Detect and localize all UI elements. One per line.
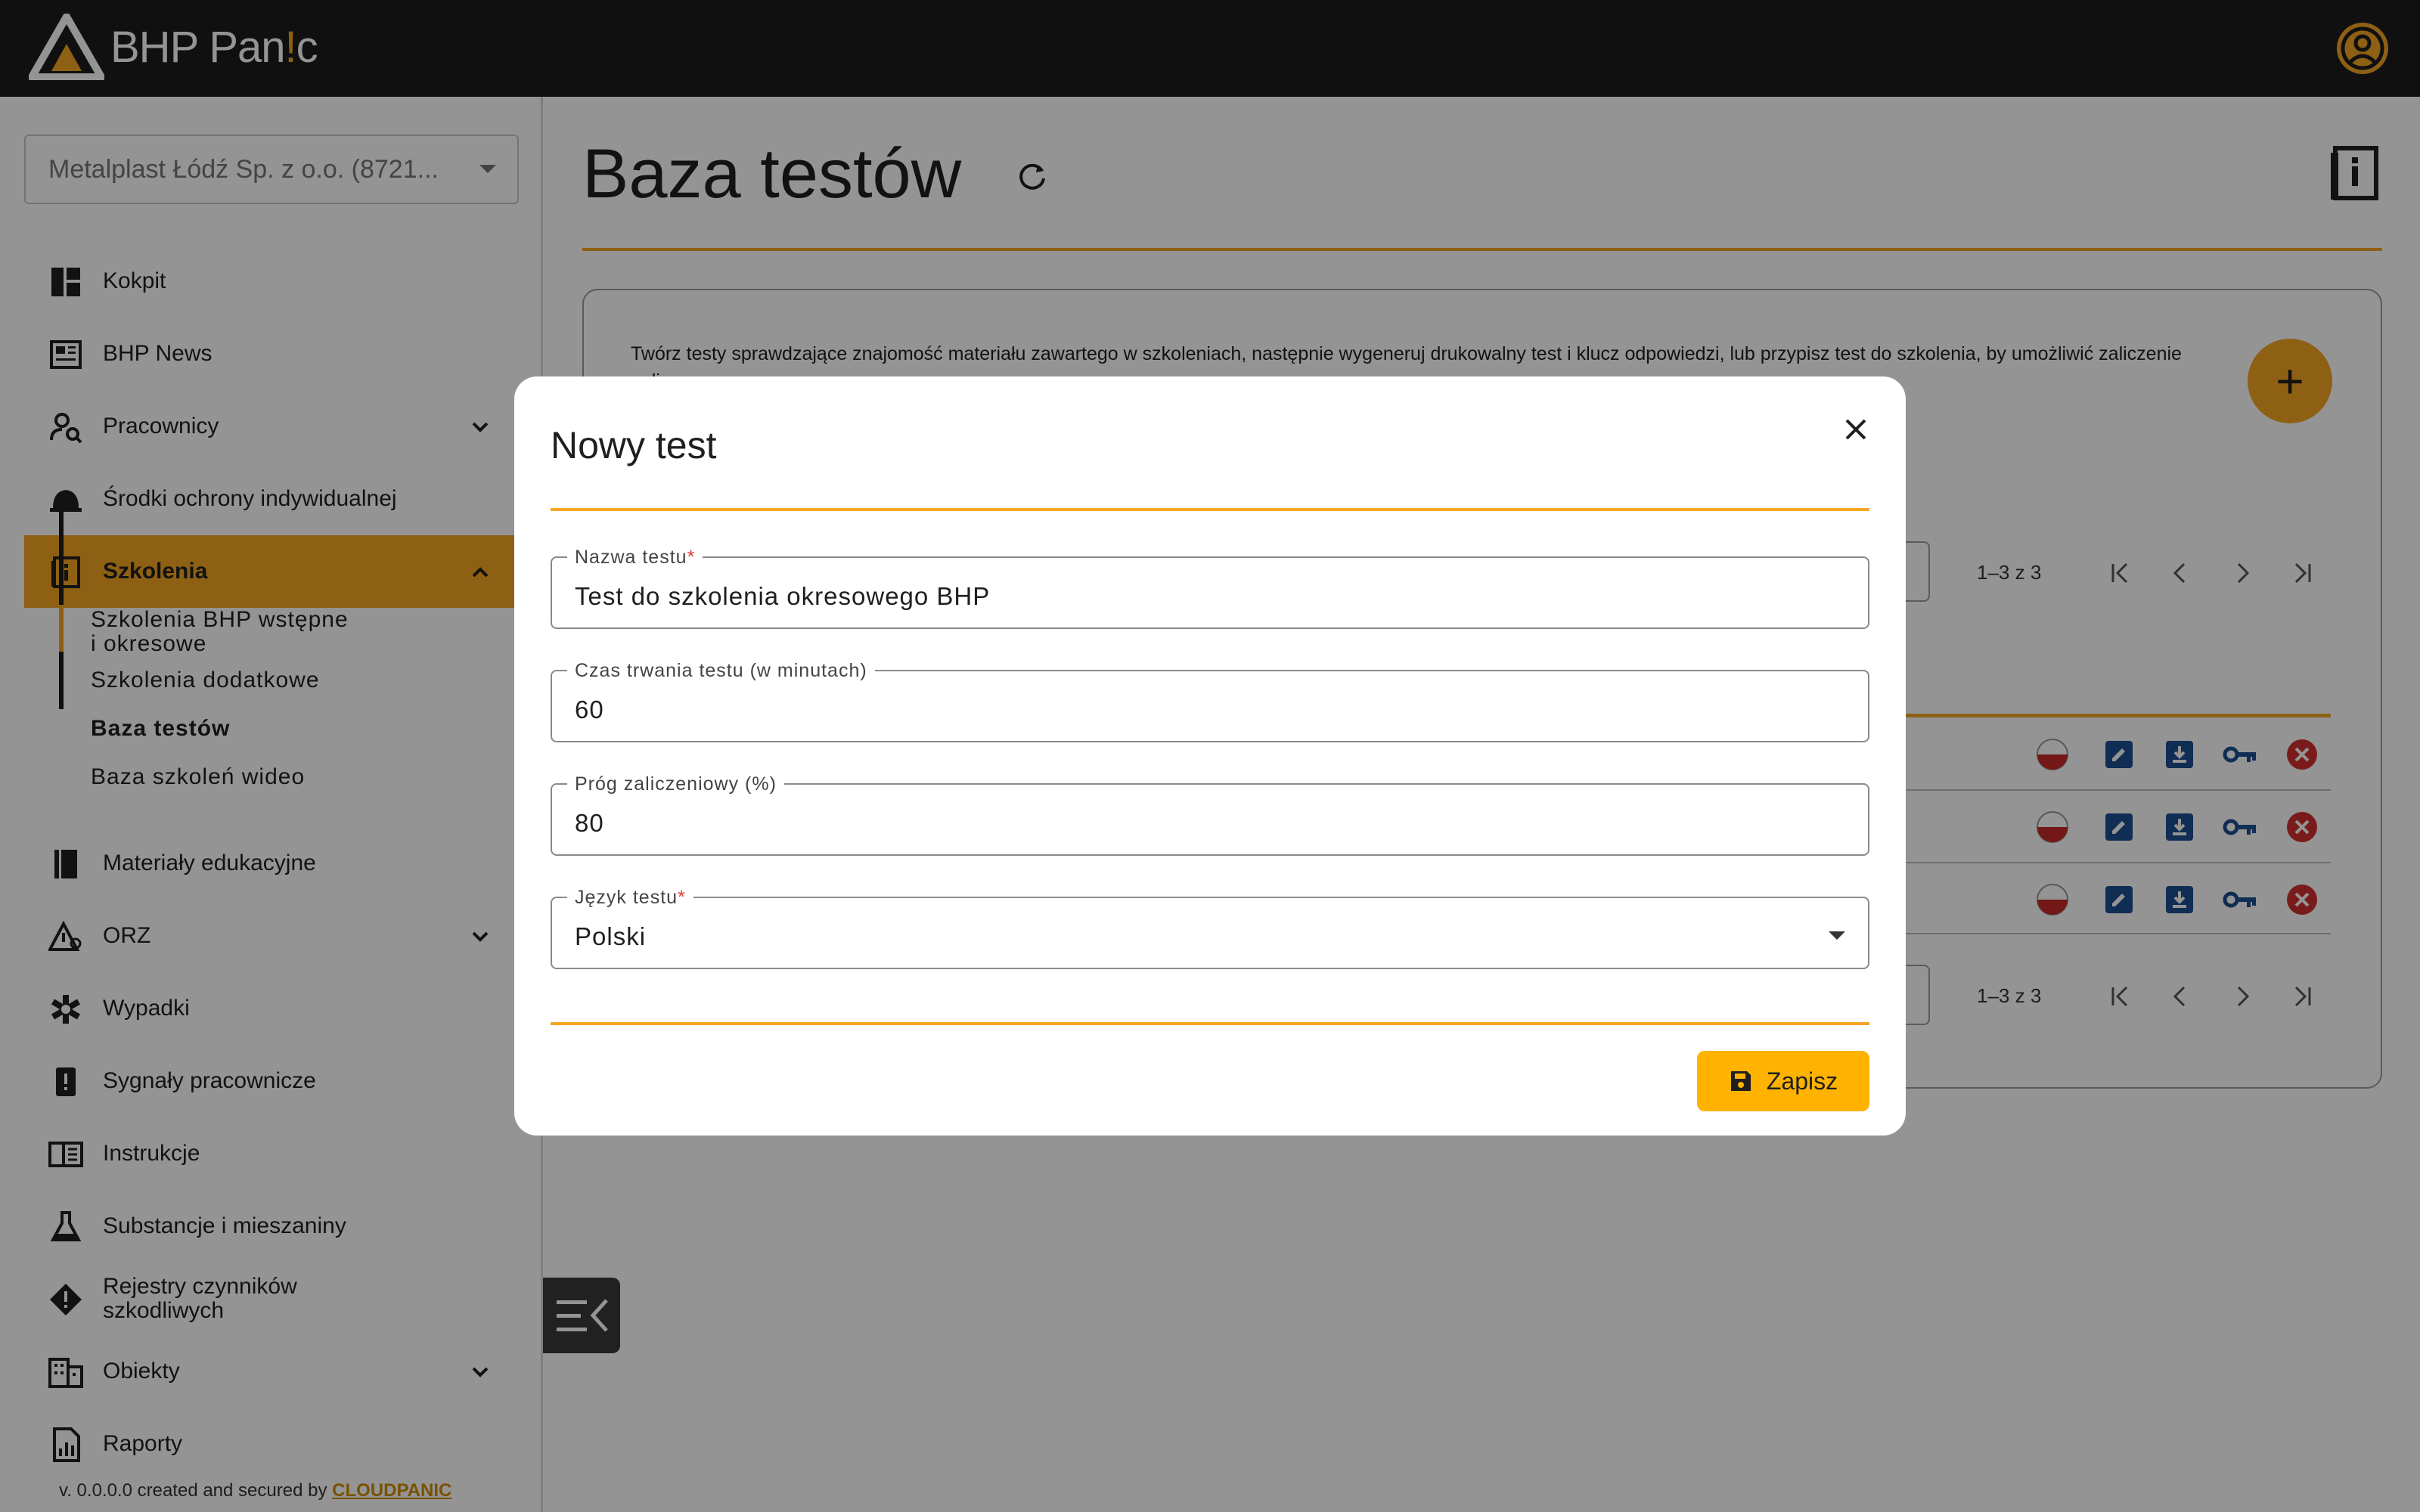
dialog-title: Nowy test — [551, 424, 717, 466]
test-language-value: Polski — [575, 922, 647, 950]
test-name-label: Nazwa testu* — [567, 547, 703, 568]
pass-threshold-value: 80 — [575, 809, 604, 837]
pass-threshold-field[interactable]: Próg zaliczeniowy (%) 80 — [551, 773, 1869, 856]
chevron-down-icon — [1829, 931, 1845, 940]
close-icon — [1845, 419, 1866, 440]
new-test-dialog: Nowy test Nazwa testu* Test do szkolenia… — [514, 376, 1906, 1136]
close-dialog-button[interactable] — [1833, 407, 1879, 452]
dialog-footer-divider — [551, 1022, 1869, 1025]
dialog-header-divider — [551, 508, 1869, 511]
save-button-label: Zapisz — [1766, 1067, 1838, 1095]
test-duration-field[interactable]: Czas trwania testu (w minutach) 60 — [551, 660, 1869, 742]
test-name-value: Test do szkolenia okresowego BHP — [575, 582, 991, 610]
test-language-select[interactable]: Język testu* Polski — [551, 887, 1869, 969]
test-language-label: Język testu* — [567, 887, 693, 908]
save-icon — [1730, 1071, 1751, 1091]
test-duration-label: Czas trwania testu (w minutach) — [567, 660, 875, 681]
pass-threshold-label: Próg zaliczeniowy (%) — [567, 773, 784, 795]
test-duration-value: 60 — [575, 696, 604, 723]
save-button[interactable]: Zapisz — [1697, 1051, 1869, 1111]
test-name-field[interactable]: Nazwa testu* Test do szkolenia okresoweg… — [551, 547, 1869, 629]
